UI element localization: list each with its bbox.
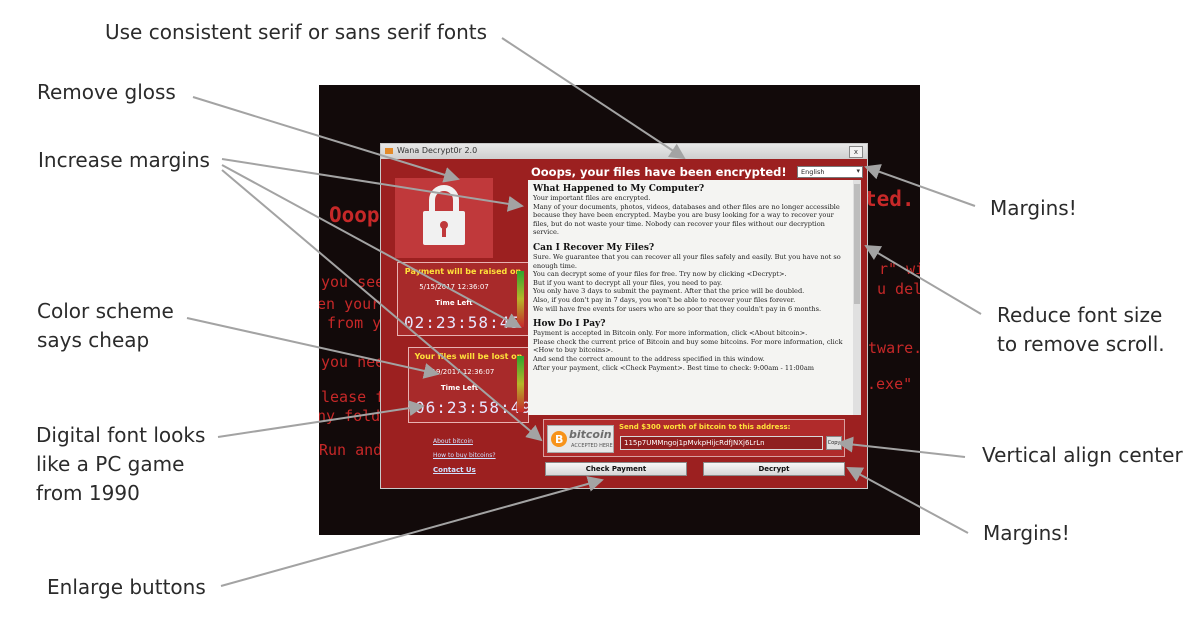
arrow-margins-top xyxy=(864,164,976,207)
arrow-vertical xyxy=(837,436,966,458)
arrow-margins-3 xyxy=(221,169,543,442)
arrow-buttons xyxy=(220,476,604,587)
arrow-margins-bottom xyxy=(846,467,969,534)
arrow-margins-2 xyxy=(221,164,522,328)
arrow-digital xyxy=(217,400,425,438)
arrow-fonts xyxy=(501,37,686,160)
arrow-color xyxy=(186,317,440,379)
arrow-reduce-font xyxy=(864,244,982,315)
arrow-margins-1 xyxy=(221,158,524,212)
annotation-arrows xyxy=(186,37,982,587)
arrow-gloss xyxy=(192,96,460,183)
